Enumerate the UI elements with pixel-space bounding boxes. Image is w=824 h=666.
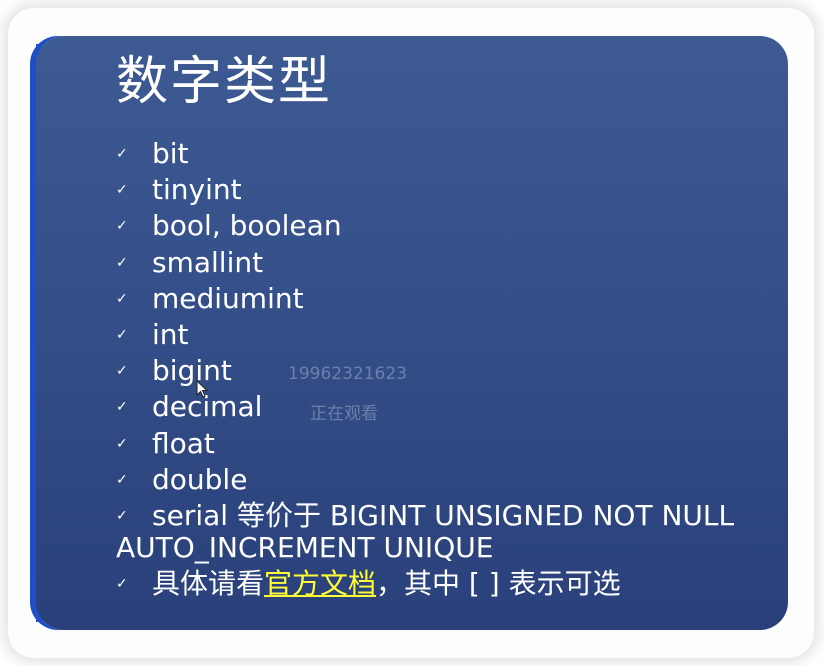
list-item: ✓ mediumint <box>116 281 776 317</box>
list-item: ✓ double <box>116 462 776 498</box>
check-icon: ✓ <box>116 146 128 162</box>
list-item-serial: ✓ serial 等价于 BIGINT UNSIGNED NOT NULL AU… <box>116 498 776 564</box>
list-item: ✓ bit <box>116 136 776 172</box>
list-item-text: mediumint <box>152 281 304 315</box>
list-item-text: bool, boolean <box>152 209 342 243</box>
list-item-text: smallint <box>152 245 264 279</box>
check-icon: ✓ <box>116 363 128 380</box>
list-item: ✓ decimal <box>116 389 776 425</box>
check-icon: ✓ <box>116 576 128 593</box>
check-icon: ✓ <box>116 254 128 271</box>
list-item: ✓ float <box>116 426 776 462</box>
check-icon: ✓ <box>116 290 128 307</box>
official-docs-link[interactable]: 官方文档 <box>264 567 376 600</box>
serial-line-2: AUTO_INCREMENT UNIQUE <box>116 531 494 565</box>
type-list: ✓ bit ✓ tinyint ✓ bool, boolean ✓ smallint ✓… <box>116 136 776 602</box>
slide: 数字类型 ✓ bit ✓ tinyint ✓ bool, boolean ✓ small… <box>36 36 788 630</box>
docs-prefix: 具体请看 <box>152 567 265 601</box>
list-item-text: bigint <box>152 354 232 388</box>
check-icon: ✓ <box>116 508 128 525</box>
check-icon: ✓ <box>116 399 128 416</box>
list-item-text: double <box>152 462 248 496</box>
docs-suffix: ，其中 [ ] 表示可选 <box>376 567 621 601</box>
list-item: ✓ smallint <box>116 245 776 281</box>
watermark-status: 正在观看 <box>310 404 378 424</box>
list-item-text: int <box>152 318 189 352</box>
list-item: ✓ tinyint <box>116 172 776 208</box>
check-icon: ✓ <box>116 182 128 199</box>
slide-title: 数字类型 <box>116 52 333 112</box>
mouse-cursor-icon <box>196 380 208 398</box>
check-icon: ✓ <box>116 327 128 344</box>
check-icon: ✓ <box>116 435 128 452</box>
list-item-text: bit <box>152 137 189 170</box>
watermark-id: 19962321623 <box>288 364 407 384</box>
list-item: ✓ bool, boolean <box>116 208 776 244</box>
list-item-text: tinyint <box>152 173 242 207</box>
list-item: ✓ bigint <box>116 353 776 389</box>
list-item: ✓ int <box>116 317 776 353</box>
check-icon: ✓ <box>116 471 128 488</box>
serial-line-1: serial 等价于 BIGINT UNSIGNED NOT NULL <box>152 499 735 533</box>
list-item-text: float <box>152 426 215 460</box>
check-icon: ✓ <box>116 218 128 235</box>
list-item-docs: ✓ 具体请看官方文档，其中 [ ] 表示可选 <box>116 566 776 602</box>
